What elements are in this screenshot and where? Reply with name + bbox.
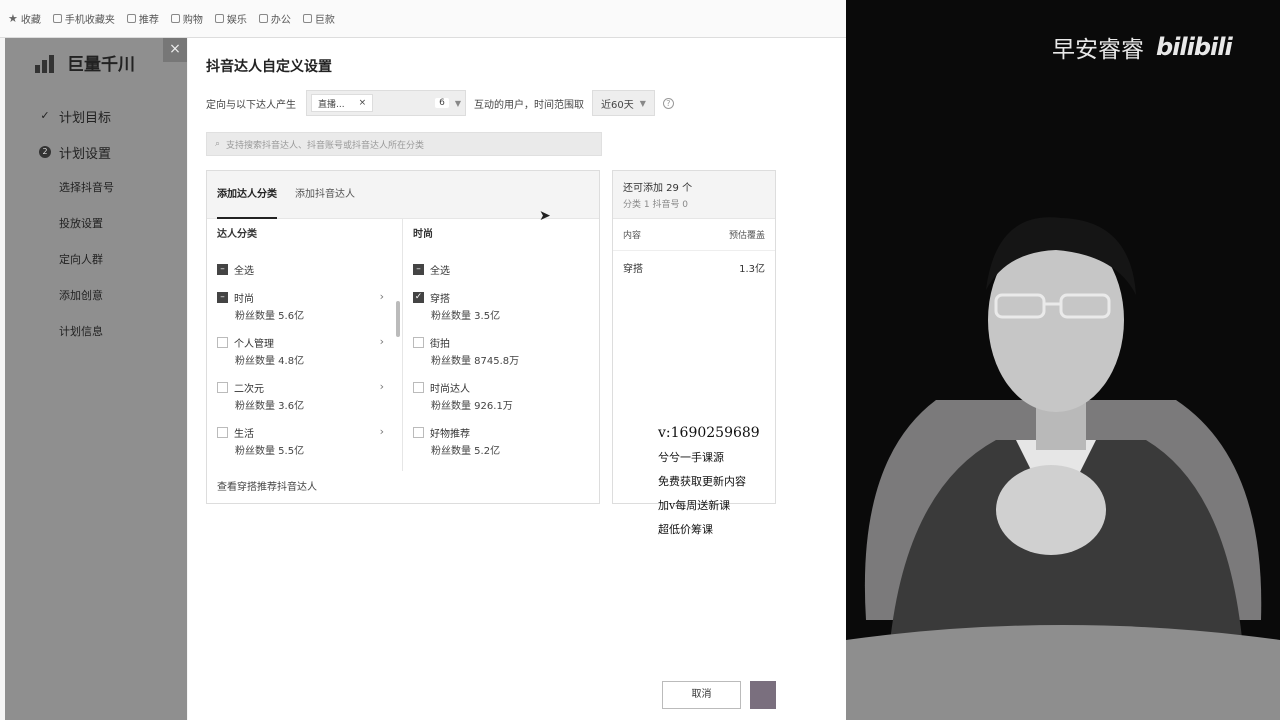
filter-prefix-label: 定向与以下达人产生 bbox=[206, 99, 296, 111]
presenter-video: 早安睿睿 bilibili bbox=[846, 0, 1280, 720]
checkbox[interactable] bbox=[217, 426, 228, 438]
bookmark-shopping[interactable]: 购物 bbox=[170, 11, 203, 26]
step-circle-icon: 2 bbox=[39, 146, 51, 158]
folder-icon bbox=[170, 14, 180, 23]
channel-watermark: 早安睿睿 bilibili bbox=[1052, 30, 1233, 64]
logo-icon bbox=[35, 53, 61, 73]
subcategory-column-header: 时尚 bbox=[413, 229, 433, 240]
checkbox-partial[interactable]: – bbox=[217, 291, 228, 303]
scrollbar[interactable] bbox=[396, 301, 400, 337]
sidebar-item-plan-settings[interactable]: 2 计划设置 bbox=[5, 134, 187, 170]
folder-icon bbox=[126, 14, 136, 23]
subcategory-item[interactable]: 时尚达人 粉丝数量 926.1万 bbox=[403, 377, 599, 422]
help-icon[interactable]: ? bbox=[662, 97, 674, 109]
summary-row: 穿搭 1.3亿 bbox=[623, 263, 765, 275]
sidebar-item-select-account[interactable]: 选择抖音号 bbox=[5, 170, 187, 206]
subcategory-column: 时尚 – 全选 ✓ 穿搭 粉丝数量 3.5亿 街拍 粉丝数量 8745.8万 时尚… bbox=[403, 219, 599, 471]
checkbox[interactable] bbox=[413, 381, 424, 393]
chip-remove-icon[interactable]: × bbox=[359, 98, 367, 108]
category-item[interactable]: – 时尚 粉丝数量 5.6亿 › bbox=[207, 287, 402, 332]
checkbox[interactable] bbox=[217, 381, 228, 393]
remaining-count: 还可添加 29 个 bbox=[623, 183, 693, 194]
star-icon: ★ bbox=[8, 12, 18, 25]
close-icon: × bbox=[169, 41, 181, 57]
chevron-right-icon: › bbox=[379, 290, 384, 303]
check-icon: ✓ bbox=[40, 109, 50, 122]
chevron-right-icon: › bbox=[379, 380, 384, 393]
recommend-creators-link[interactable]: 查看穿搭推荐抖音达人 bbox=[217, 478, 317, 493]
chip-label: 直播... bbox=[318, 99, 345, 110]
chevron-down-icon: ▼ bbox=[454, 98, 461, 108]
dialog-title: 抖音达人自定义设置 bbox=[206, 59, 332, 75]
close-button[interactable]: × bbox=[163, 38, 187, 62]
selected-chip: 直播... × bbox=[311, 94, 374, 112]
folder-icon bbox=[258, 14, 268, 23]
sidebar-item-plan-goal[interactable]: ✓ 计划目标 bbox=[5, 98, 187, 134]
sidebar-item-delivery-settings[interactable]: 投放设置 bbox=[5, 206, 187, 242]
checkbox[interactable] bbox=[217, 336, 228, 348]
sidebar-item-targeting[interactable]: 定向人群 bbox=[5, 242, 187, 278]
promo-line: 加v每周送新课 bbox=[658, 499, 731, 512]
tab-add-creator[interactable]: 添加抖音达人 bbox=[295, 171, 355, 219]
sidebar-item-add-creative[interactable]: 添加创意 bbox=[5, 278, 187, 314]
search-placeholder: 支持搜索抖音达人、抖音账号或抖音达人所在分类 bbox=[226, 140, 425, 151]
checkbox-partial[interactable]: – bbox=[413, 263, 424, 275]
selection-counts: 分类 1 抖音号 0 bbox=[623, 200, 689, 210]
bookmark-entertainment[interactable]: 娱乐 bbox=[214, 11, 247, 26]
phone-icon bbox=[52, 14, 62, 23]
category-column-header: 达人分类 bbox=[217, 229, 257, 240]
summary-columns: 内容 预估覆盖 bbox=[613, 219, 775, 251]
summary-header: 还可添加 29 个 分类 1 抖音号 0 bbox=[613, 171, 775, 219]
bookmark-recommend[interactable]: 推荐 bbox=[126, 11, 159, 26]
filter-row: 定向与以下达人产生 直播... × 6 ▼ 互动的用户，时间范围取 近60天 ▼… bbox=[206, 90, 674, 116]
select-all-subcategories[interactable]: – 全选 bbox=[403, 251, 599, 287]
subcategory-item[interactable]: 好物推荐 粉丝数量 5.2亿 bbox=[403, 422, 599, 467]
select-all-categories[interactable]: – 全选 bbox=[207, 251, 402, 287]
promo-contact: v:1690259689 bbox=[658, 425, 760, 441]
tab-add-category[interactable]: 添加达人分类 bbox=[217, 171, 277, 219]
mouse-cursor-icon: ➤ bbox=[539, 208, 551, 224]
bilibili-logo: bilibili bbox=[1156, 33, 1233, 61]
bookmark-office[interactable]: 办公 bbox=[258, 11, 291, 26]
category-column: 达人分类 – 全选 – 时尚 粉丝数量 5.6亿 › 个人管理 粉丝数量 4.8亿… bbox=[207, 219, 403, 471]
category-item[interactable]: 生活 粉丝数量 5.5亿 › bbox=[207, 422, 402, 467]
channel-name: 早安睿睿 bbox=[1052, 37, 1144, 63]
presenter-figure bbox=[846, 200, 1280, 720]
promo-line: 免费获取更新内容 bbox=[658, 475, 746, 488]
folder-icon bbox=[302, 14, 312, 23]
promo-line: 超低价筹课 bbox=[658, 523, 713, 536]
confirm-button[interactable] bbox=[750, 681, 776, 709]
checkbox-partial[interactable]: – bbox=[217, 263, 228, 275]
category-item[interactable]: 个人管理 粉丝数量 4.8亿 › bbox=[207, 332, 402, 377]
promo-overlay: v:1690259689 兮兮一手课源 免费获取更新内容 加v每周送新课 超低价… bbox=[658, 425, 760, 545]
promo-line: 兮兮一手课源 bbox=[658, 451, 724, 464]
settings-dialog: 抖音达人自定义设置 定向与以下达人产生 直播... × 6 ▼ 互动的用户，时间… bbox=[188, 38, 846, 720]
sidebar-nav: ✓ 计划目标 2 计划设置 选择抖音号 投放设置 定向人群 添加创意 计划信息 bbox=[5, 98, 187, 350]
filter-middle-label: 互动的用户，时间范围取 bbox=[474, 99, 584, 111]
selected-count: 6 bbox=[435, 98, 449, 108]
interaction-type-select[interactable]: 直播... × 6 ▼ bbox=[306, 90, 466, 116]
browser-window: ★ 收藏 手机收藏夹 推荐 购物 娱乐 办公 巨款 巨量千川 ✓ 计划目标 2 计… bbox=[0, 0, 846, 720]
chevron-down-icon: ▼ bbox=[639, 98, 646, 108]
checkbox[interactable] bbox=[413, 336, 424, 348]
search-icon: ⌕ bbox=[215, 139, 221, 149]
checkbox-checked[interactable]: ✓ bbox=[413, 291, 424, 303]
sidebar: 巨量千川 ✓ 计划目标 2 计划设置 选择抖音号 投放设置 定向人群 添加创意 … bbox=[5, 38, 187, 720]
checkbox[interactable] bbox=[413, 426, 424, 438]
bookmark-favorites[interactable]: ★ 收藏 bbox=[8, 11, 41, 26]
bookmark-jukuan[interactable]: 巨款 bbox=[302, 11, 335, 26]
bookmark-mobile[interactable]: 手机收藏夹 bbox=[52, 11, 115, 26]
chevron-right-icon: › bbox=[379, 335, 384, 348]
folder-icon bbox=[214, 14, 224, 23]
chevron-right-icon: › bbox=[379, 425, 384, 438]
app-logo[interactable]: 巨量千川 bbox=[35, 50, 135, 75]
search-input[interactable]: ⌕ 支持搜索抖音达人、抖音账号或抖音达人所在分类 bbox=[206, 132, 602, 156]
bookmarks-bar: ★ 收藏 手机收藏夹 推荐 购物 娱乐 办公 巨款 bbox=[0, 0, 846, 38]
subcategory-item[interactable]: ✓ 穿搭 粉丝数量 3.5亿 bbox=[403, 287, 599, 332]
time-range-select[interactable]: 近60天 ▼ bbox=[592, 90, 655, 116]
cancel-button[interactable]: 取消 bbox=[662, 681, 741, 709]
subcategory-item[interactable]: 街拍 粉丝数量 8745.8万 bbox=[403, 332, 599, 377]
sidebar-item-plan-info[interactable]: 计划信息 bbox=[5, 314, 187, 350]
category-item[interactable]: 二次元 粉丝数量 3.6亿 › bbox=[207, 377, 402, 422]
